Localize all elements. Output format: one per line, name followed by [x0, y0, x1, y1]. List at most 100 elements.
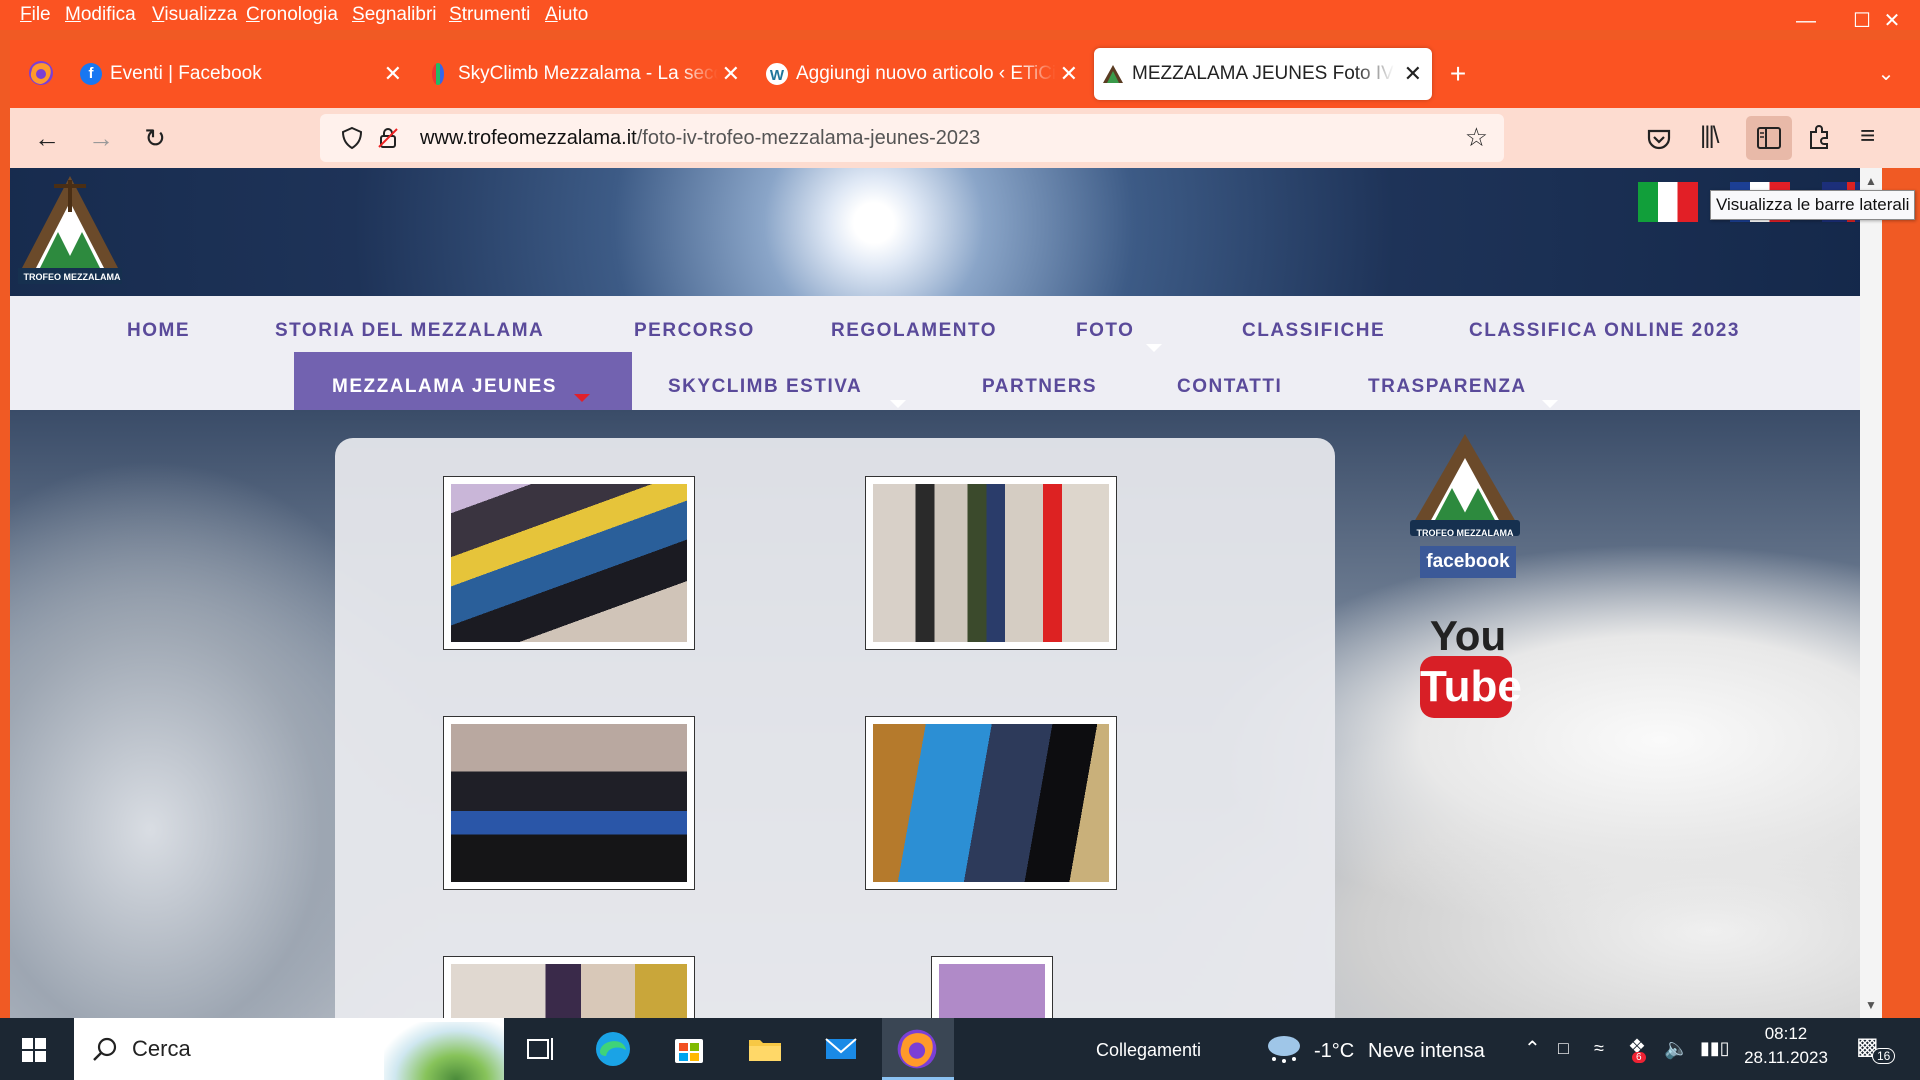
menu-segnalibri[interactable]: Segnalibri [352, 4, 437, 26]
sidebar-logo-caption: TROFEO MEZZALAMA [1416, 528, 1514, 538]
gallery-photo[interactable] [443, 476, 695, 650]
nav-skyclimb-estiva[interactable]: SKYCLIMB ESTIVA [668, 376, 862, 398]
gallery-photo[interactable] [931, 956, 1053, 1018]
scroll-up-icon[interactable]: ▲ [1865, 174, 1877, 188]
nav-classifiche[interactable]: CLASSIFICHE [1242, 320, 1385, 342]
tab-wordpress[interactable]: W Aggiungi nuovo articolo ‹ ETiCinema ✕ [758, 48, 1088, 100]
show-hidden-icons-icon[interactable]: ⌃ [1524, 1036, 1541, 1061]
header-banner: TROFEO MEZZALAMA [10, 168, 1882, 296]
dropbox-badge: 6 [1632, 1052, 1646, 1063]
hamburger-menu-icon[interactable]: ≡ [1860, 120, 1875, 151]
weather-temp: -1°C [1314, 1040, 1355, 1062]
wordpress-favicon-icon: W [766, 63, 788, 85]
pocket-icon[interactable] [1646, 126, 1672, 152]
menu-modifica[interactable]: Modifica [65, 4, 136, 26]
sidebar-tooltip: Visualizza le barre laterali [1710, 190, 1916, 220]
search-icon [93, 1037, 117, 1061]
windows-taskbar: Cerca Collegamenti -1°C Neve intensa ⌃ □… [0, 1018, 1920, 1080]
taskbar-search[interactable]: Cerca [74, 1018, 504, 1080]
jeunes-dropdown-icon [574, 394, 590, 402]
bookmark-star-icon[interactable]: ☆ [1465, 122, 1488, 153]
trofeo-mezzalama-logo[interactable] [18, 172, 122, 284]
list-tabs-icon[interactable]: ⌄ [1866, 48, 1906, 100]
store-icon[interactable] [666, 1026, 712, 1072]
nav-partners[interactable]: PARTNERS [982, 376, 1097, 398]
web-page: TROFEO MEZZALAMA HOME STORIA DEL MEZZALA… [10, 168, 1882, 1018]
library-icon[interactable]: |||\ [1700, 122, 1719, 150]
trasparenza-dropdown-icon [1542, 400, 1558, 408]
skyclimb-favicon-icon [432, 63, 444, 85]
foto-dropdown-icon [1146, 344, 1162, 352]
site-navigation: HOME STORIA DEL MEZZALAMA PERCORSO REGOL… [10, 296, 1882, 410]
sidebar-mezzalama-logo[interactable] [1410, 430, 1520, 536]
nav-contatti[interactable]: CONTATTI [1177, 376, 1282, 398]
shield-icon[interactable] [340, 126, 364, 150]
notification-center-icon[interactable]: ▩ 16 [1856, 1032, 1896, 1064]
firefox-taskbar-button[interactable] [882, 1018, 954, 1080]
mail-icon[interactable] [818, 1026, 864, 1072]
sidebar-icon [1757, 127, 1781, 149]
mezzalama-favicon-icon [1103, 65, 1123, 83]
snow-weather-icon[interactable] [1264, 1032, 1304, 1066]
logo-caption: TROFEO MEZZALAMA [23, 272, 121, 282]
tab-facebook[interactable]: f Eventi | Facebook ✕ [72, 48, 412, 100]
close-window-icon[interactable]: ✕ [1864, 0, 1920, 40]
facebook-favicon-icon: f [80, 63, 102, 85]
close-tab-icon[interactable]: ✕ [1404, 48, 1422, 100]
menu-aiuto[interactable]: Aiuto [545, 4, 588, 26]
battery-icon[interactable]: ▮▮▯ [1700, 1038, 1730, 1059]
reload-icon[interactable]: ↻ [136, 120, 174, 158]
menu-visualizza[interactable]: Visualizza [152, 4, 237, 26]
italian-flag-icon[interactable] [1638, 182, 1698, 222]
meet-icon[interactable]: □ [1558, 1038, 1569, 1059]
scroll-down-icon[interactable]: ▼ [1865, 998, 1877, 1012]
skyclimb-dropdown-icon [890, 400, 906, 408]
menu-file[interactable]: File [20, 4, 51, 26]
menu-strumenti[interactable]: Strumenti [449, 4, 530, 26]
tab-skyclimb[interactable]: SkyClimb Mezzalama - La seconda ✕ [420, 48, 750, 100]
nav-classifica-online[interactable]: CLASSIFICA ONLINE 2023 [1469, 320, 1740, 342]
firefox-menu-icon[interactable] [28, 60, 54, 86]
insecure-lock-icon[interactable] [376, 126, 400, 150]
nav-foto[interactable]: FOTO [1076, 320, 1134, 342]
wifi-icon[interactable]: ≈ [1594, 1038, 1604, 1059]
nav-trasparenza[interactable]: TRASPARENZA [1368, 376, 1527, 398]
nav-home[interactable]: HOME [127, 320, 190, 342]
forward-icon[interactable]: → [82, 120, 120, 158]
firefox-icon [897, 1029, 937, 1069]
close-tab-icon[interactable]: ✕ [384, 48, 402, 100]
gallery-photo[interactable] [865, 716, 1117, 890]
minimize-icon-spacer [1778, 0, 1834, 40]
nav-percorso[interactable]: PERCORSO [634, 320, 755, 342]
close-tab-icon[interactable]: ✕ [722, 48, 740, 100]
url-text: www.trofeomezzalama.it/foto-iv-trofeo-me… [420, 127, 981, 149]
page-scrollbar[interactable]: ▲ ▼ [1860, 168, 1882, 1018]
clock[interactable]: 08:12 28.11.2023 [1740, 1024, 1832, 1068]
nav-storia[interactable]: STORIA DEL MEZZALAMA [275, 320, 544, 342]
volume-icon[interactable]: 🔈 [1664, 1036, 1689, 1061]
close-tab-icon[interactable]: ✕ [1060, 48, 1078, 100]
menu-bar: File Modifica Visualizza Cronologia Segn… [0, 0, 1920, 30]
links-toolbar[interactable]: Collegamenti [1096, 1040, 1201, 1061]
facebook-link[interactable]: facebook [1420, 546, 1516, 578]
file-explorer-icon[interactable] [742, 1026, 788, 1072]
gallery-photo[interactable] [443, 716, 695, 890]
gallery-panel [335, 438, 1335, 1018]
search-highlight-icon [384, 1022, 504, 1080]
gallery-photo[interactable] [443, 956, 695, 1018]
navigation-toolbar: ← → ↻ www.trofeomezzalama.it/foto-iv-tro… [10, 108, 1920, 168]
sidebar-toggle-button[interactable] [1746, 116, 1792, 160]
task-view-icon[interactable] [516, 1026, 562, 1072]
new-tab-button[interactable]: + [1438, 48, 1478, 100]
tab-strip: f Eventi | Facebook ✕ SkyClimb Mezzalama… [10, 40, 1920, 108]
tab-mezzalama-active[interactable]: MEZZALAMA JEUNES Foto IV Trofeo ✕ [1094, 48, 1432, 100]
menu-cronologia[interactable]: Cronologia [246, 4, 338, 26]
nav-regolamento[interactable]: REGOLAMENTO [831, 320, 997, 342]
url-bar[interactable]: www.trofeomezzalama.it/foto-iv-trofeo-me… [320, 114, 1504, 162]
windows-start-icon[interactable] [22, 1038, 46, 1062]
extensions-icon[interactable] [1806, 124, 1832, 150]
edge-icon[interactable] [590, 1026, 636, 1072]
youtube-link[interactable]: You Tube [1420, 615, 1522, 718]
gallery-photo[interactable] [865, 476, 1117, 650]
back-icon[interactable]: ← [28, 120, 66, 158]
